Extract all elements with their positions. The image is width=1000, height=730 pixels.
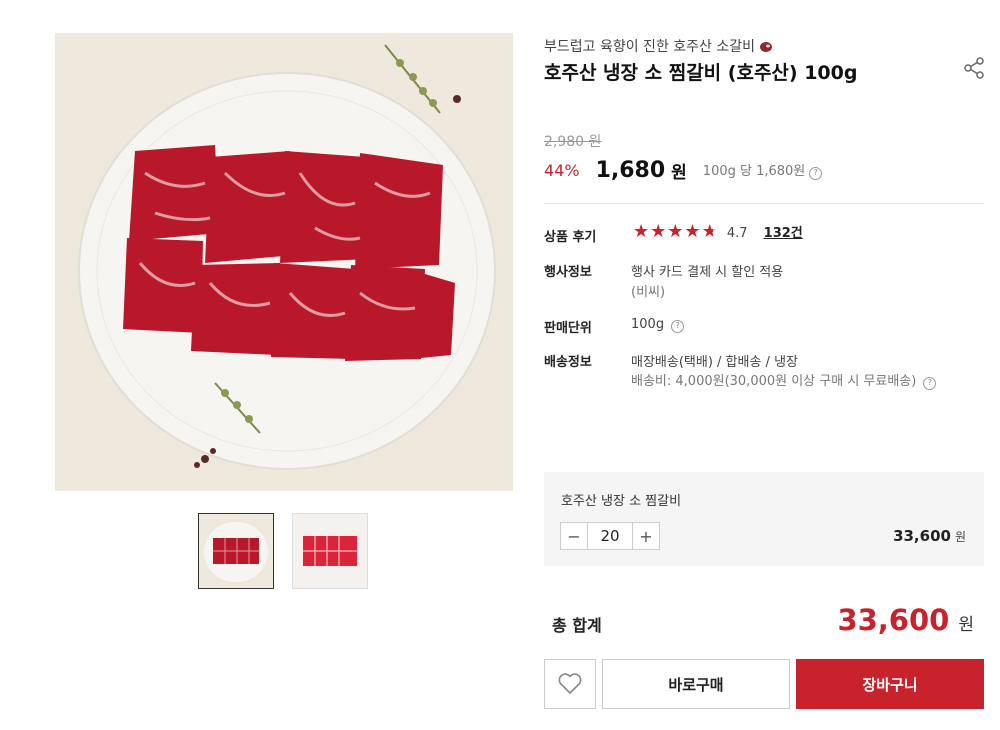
shipping-fee-text: 배송비: 4,000원(30,000원 이상 구매 시 무료배송)	[631, 374, 917, 389]
unit-price-text: 100g 당 1,680원	[702, 164, 806, 180]
review-count-link[interactable]: 132건	[764, 226, 803, 241]
share-icon[interactable]	[962, 56, 986, 80]
rating-value: 4.7	[726, 226, 748, 241]
event-label: 행사정보	[544, 265, 592, 280]
meat-icon	[760, 42, 773, 52]
help-icon[interactable]: ?	[809, 166, 823, 180]
product-main-image	[55, 33, 513, 491]
discount-rate: 44%	[544, 160, 580, 180]
quantity-input[interactable]: 20	[587, 523, 633, 549]
option-name: 호주산 냉장 소 찜갈비	[561, 494, 682, 509]
event-value: 행사 카드 결제 시 할인 적용	[631, 265, 784, 280]
unit-value: 100g?	[631, 317, 685, 333]
meat-plate-illustration	[55, 33, 513, 491]
shipping-value: 매장배송(택배) / 합배송 / 냉장	[631, 355, 798, 370]
total-label: 총 합계	[552, 616, 602, 635]
thumbnail-plate-image	[204, 522, 268, 582]
star-icon: ★	[633, 221, 650, 242]
product-title: 호주산 냉장 소 찜갈비 (호주산) 100g	[544, 62, 858, 84]
increase-button[interactable]: +	[633, 523, 659, 549]
decrease-button[interactable]: −	[561, 523, 587, 549]
original-price: 2,980 원	[544, 134, 602, 150]
divider	[544, 203, 984, 204]
thumbnail-raw-image	[303, 536, 357, 566]
unit-value-text: 100g	[631, 317, 665, 332]
unit-label: 판매단위	[544, 321, 592, 336]
buy-now-button[interactable]: 바로구매	[602, 659, 790, 709]
total-currency: 원	[958, 615, 974, 635]
price-currency: 원	[671, 162, 687, 183]
help-icon[interactable]: ?	[923, 376, 937, 390]
thumbnail-1[interactable]	[198, 513, 274, 589]
selected-option-box: 호주산 냉장 소 찜갈비 − 20 + 33,600 원	[544, 472, 984, 566]
total-price: 33,600 원	[837, 603, 974, 637]
product-subtitle: 부드럽고 육향이 진한 호주산 소갈비	[544, 36, 773, 56]
option-price-value: 33,600	[893, 527, 951, 545]
star-icon: ★	[667, 221, 684, 242]
star-icon: ★	[650, 221, 667, 242]
help-icon[interactable]: ?	[671, 319, 685, 333]
subtitle-text: 부드럽고 육향이 진한 호주산 소갈비	[544, 39, 755, 55]
star-icon: ★	[684, 221, 701, 242]
rating-stars: ★ ★ ★ ★ ★	[633, 223, 719, 241]
add-to-cart-button[interactable]: 장바구니	[796, 659, 984, 709]
half-star-icon: ★	[701, 221, 718, 242]
unit-price: 100g 당 1,680원?	[702, 160, 823, 180]
thumbnail-2[interactable]	[292, 513, 368, 589]
option-price: 33,600 원	[893, 527, 966, 545]
total-price-value: 33,600	[837, 603, 950, 637]
review-label: 상품 후기	[544, 230, 597, 245]
shipping-label: 배송정보	[544, 355, 592, 370]
event-sub: (비씨)	[631, 285, 666, 300]
option-currency: 원	[954, 530, 966, 544]
shipping-fee: 배송비: 4,000원(30,000원 이상 구매 시 무료배송)?	[631, 370, 937, 390]
quantity-stepper: − 20 +	[560, 522, 660, 550]
heart-icon	[558, 673, 582, 694]
review-summary: ★ ★ ★ ★ ★ 4.7 132건	[633, 222, 803, 242]
price-row: 44% 1,680 원 100g 당 1,680원?	[544, 155, 823, 185]
current-price: 1,680	[595, 157, 666, 183]
wishlist-button[interactable]	[544, 659, 596, 709]
